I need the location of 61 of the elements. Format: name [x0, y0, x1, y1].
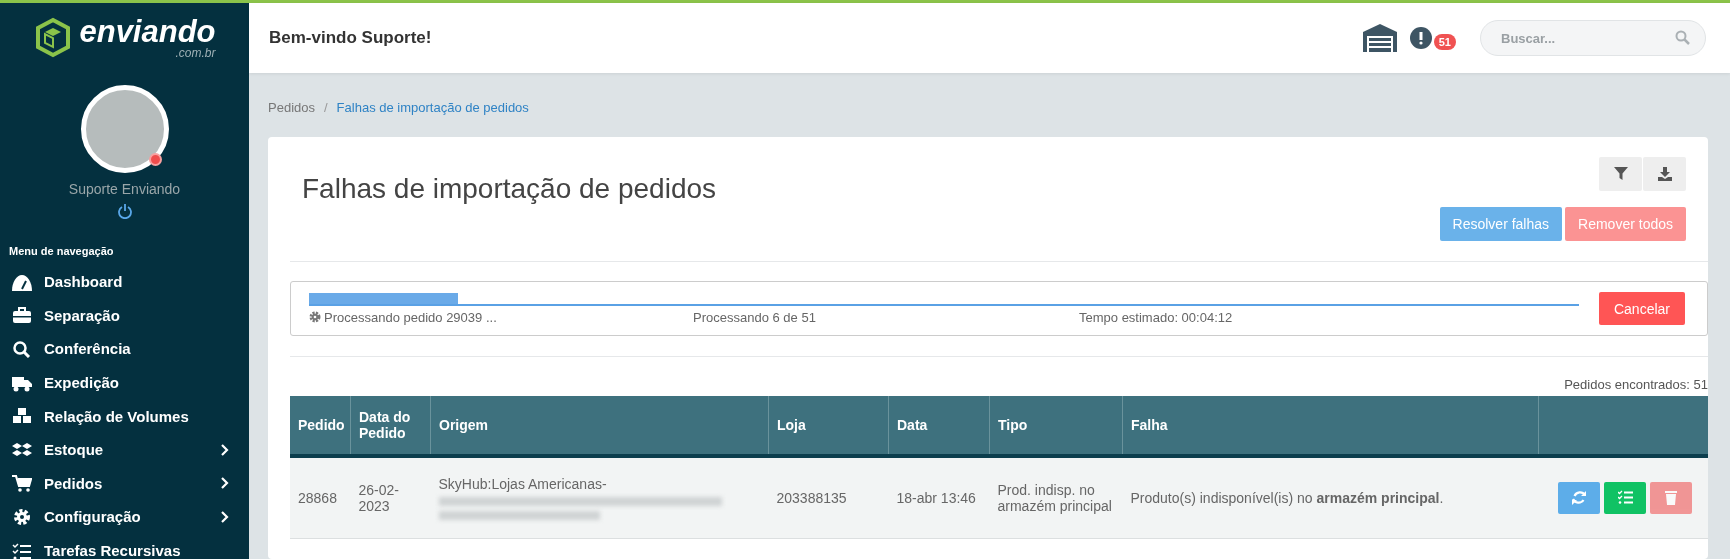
- nav-item[interactable]: Pedidos: [0, 466, 249, 501]
- results-count: Pedidos encontrados: 51: [1563, 377, 1708, 392]
- nav-item[interactable]: Expedição: [0, 365, 249, 400]
- column-header: Pedido: [290, 396, 351, 456]
- nav-item[interactable]: Dashboard: [0, 265, 249, 299]
- nav-heading: Menu de navegação: [9, 245, 115, 257]
- filter-icon: [1613, 167, 1628, 181]
- filter-button[interactable]: [1599, 157, 1642, 191]
- progress-count: Processando 6 de 51: [693, 309, 817, 325]
- checklist-icon: [1617, 490, 1633, 506]
- brand-domain: .com.br: [175, 47, 216, 59]
- user-name: Suporte Enviando: [67, 181, 182, 197]
- column-header: Data: [888, 396, 990, 456]
- breadcrumb-separator: /: [324, 99, 328, 115]
- cubes-icon: [12, 407, 32, 426]
- table-cell: 203388135: [768, 456, 889, 539]
- download-icon: [1657, 167, 1672, 181]
- search-icon: [12, 340, 32, 358]
- nav-item[interactable]: Relação de Volumes: [0, 399, 249, 433]
- table-cell: Produto(s) indisponível(is) no armazém principal.: [1122, 456, 1539, 539]
- gear-icon: [12, 507, 32, 526]
- alert-icon[interactable]: [1409, 27, 1432, 49]
- column-header: Tipo: [989, 396, 1123, 456]
- column-header: Falha: [1122, 396, 1539, 456]
- breadcrumb-link[interactable]: Pedidos: [268, 99, 315, 115]
- table-cell: 26-02-2023: [350, 456, 431, 539]
- alert-count-badge: 51: [1433, 34, 1456, 50]
- power-icon[interactable]: [116, 203, 133, 219]
- search-field[interactable]: Buscar...: [1480, 20, 1706, 56]
- nav-item[interactable]: Conferência: [0, 332, 249, 366]
- nav-item[interactable]: Tarefas Recursivas: [0, 533, 249, 559]
- nav-item[interactable]: Configuração: [0, 500, 249, 534]
- refresh-icon: [1571, 490, 1587, 506]
- chevron-icon: [221, 510, 229, 523]
- column-header: Data do Pedido: [350, 396, 431, 456]
- table-cell: Prod. indisp. no armazém principal: [989, 456, 1123, 539]
- trash-icon: [1663, 490, 1679, 506]
- nav-item[interactable]: Estoque: [0, 432, 249, 467]
- chevron-icon: [221, 443, 229, 456]
- greeting: Bem-vindo Suporte!: [269, 28, 433, 48]
- checklist-button[interactable]: [1604, 482, 1646, 514]
- progress-status: Processando pedido 29039 ...: [324, 309, 497, 325]
- estimated-time: Tempo estimado: 00:04:12: [1079, 309, 1233, 325]
- column-header: Loja: [768, 396, 889, 456]
- gauge-icon: [12, 272, 32, 291]
- briefcase-icon: [12, 306, 32, 325]
- gear-icon: [309, 311, 321, 323]
- garage-icon[interactable]: [1362, 24, 1397, 52]
- chevron-icon: [221, 477, 229, 490]
- status-dot: [148, 153, 162, 166]
- page-title: Falhas de importação de pedidos: [302, 173, 717, 206]
- cart-icon: [12, 474, 32, 493]
- nav-item[interactable]: Separação: [0, 298, 249, 333]
- checklist-icon: [12, 541, 32, 559]
- table-cell: 28868: [290, 456, 351, 539]
- brand-name: enviando: [79, 17, 216, 47]
- download-button[interactable]: [1643, 157, 1686, 191]
- column-header: Origem: [430, 396, 769, 456]
- table-cell: 18-abr 13:46: [888, 456, 990, 539]
- table-cell: SkyHub:Lojas Americanas-: [438, 476, 607, 492]
- box-icon: [12, 440, 32, 459]
